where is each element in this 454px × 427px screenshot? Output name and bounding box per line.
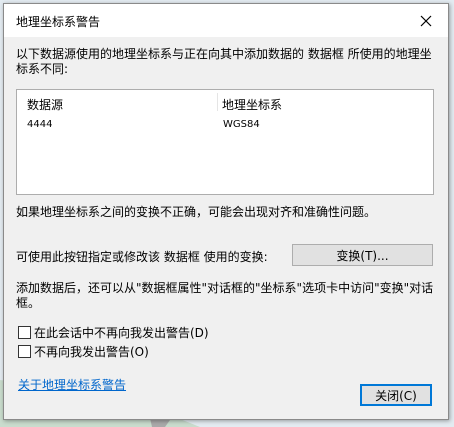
column-separator[interactable] xyxy=(217,93,218,111)
transform-button[interactable]: 变换(T)... xyxy=(292,244,433,266)
close-button[interactable]: 关闭(C) xyxy=(360,384,432,406)
column-header-data-source[interactable]: 数据源 xyxy=(27,96,63,113)
dialog-title: 地理坐标系警告 xyxy=(16,15,101,29)
close-icon[interactable] xyxy=(408,7,444,34)
checkbox-session-warning[interactable]: 在此会话中不再向我发出警告(D) xyxy=(18,324,209,341)
table-cell-data-source[interactable]: 4444 xyxy=(27,119,52,130)
table-cell-gcs[interactable]: WGS84 xyxy=(223,119,260,130)
warning-text: 如果地理坐标系之间的变换不正确，可能会出现对齐和准确性问题。 xyxy=(16,205,377,219)
data-source-table[interactable]: 数据源 地理坐标系 4444 WGS84 xyxy=(16,89,434,195)
column-header-gcs[interactable]: 地理坐标系 xyxy=(222,96,282,113)
checkbox-never-warning[interactable]: 不再向我发出警告(O) xyxy=(18,343,149,360)
checkbox-icon[interactable] xyxy=(18,345,31,358)
checkbox-never-label[interactable]: 不再向我发出警告(O) xyxy=(34,343,149,360)
checkbox-session-label[interactable]: 在此会话中不再向我发出警告(D) xyxy=(34,324,209,341)
about-gcs-warning-link[interactable]: 关于地理坐标系警告 xyxy=(18,376,126,393)
geographic-coordinate-warning-dialog: 地理坐标系警告 以下数据源使用的地理坐标系与正在向其中添加数据的 数据框 所使用… xyxy=(3,3,449,420)
checkbox-icon[interactable] xyxy=(18,326,31,339)
description-text: 以下数据源使用的地理坐标系与正在向其中添加数据的 数据框 所使用的地理坐标系不同… xyxy=(16,47,432,76)
after-add-hint: 添加数据后，还可以从"数据框属性"对话框的"坐标系"选项卡中访问"变换"对话框。 xyxy=(16,281,434,310)
title-bar: 地理坐标系警告 xyxy=(4,4,448,37)
transform-hint-label: 可使用此按钮指定或修改该 数据框 使用的变换: xyxy=(16,250,268,264)
